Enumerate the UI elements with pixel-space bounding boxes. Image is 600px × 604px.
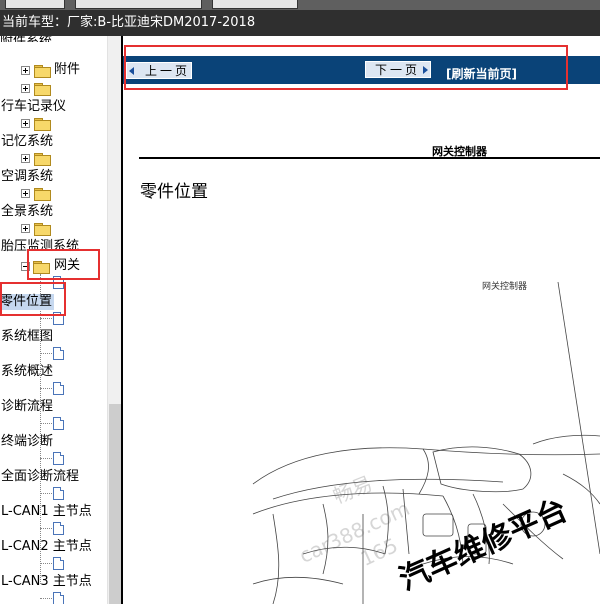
expand-icon[interactable] bbox=[21, 66, 30, 75]
tree-guide-line bbox=[40, 563, 52, 564]
document-icon bbox=[53, 557, 64, 570]
document-icon bbox=[53, 452, 64, 465]
current-car-value: 厂家:B-比亚迪宋DM2017-2018 bbox=[67, 15, 256, 30]
expand-icon[interactable] bbox=[21, 119, 30, 128]
document-icon bbox=[53, 347, 64, 360]
scrollbar-thumb[interactable] bbox=[109, 404, 121, 604]
tree-item-ac[interactable]: 空调系统 bbox=[1, 169, 53, 185]
tree-item-system-overview[interactable]: 系统概述 bbox=[1, 364, 53, 380]
tree-item-lcan2[interactable]: L-CAN2 主节点 bbox=[1, 539, 92, 555]
expand-icon[interactable] bbox=[21, 189, 30, 198]
tree-item-terminal-diagnosis[interactable]: 终端诊断 bbox=[1, 434, 53, 450]
tree-guide-line bbox=[40, 458, 52, 459]
tree-guide-line bbox=[40, 528, 52, 529]
header-rule bbox=[139, 157, 600, 159]
document-icon bbox=[53, 417, 64, 430]
tree-guide-line bbox=[40, 274, 41, 584]
document-icon bbox=[53, 382, 64, 395]
tree-sidebar: 附件系统 附件 行车记录仪 记忆系统 空调系统 全景系统 胎压监测系统 网关 零… bbox=[0, 36, 122, 604]
tree-guide-line bbox=[40, 493, 52, 494]
document-icon bbox=[53, 487, 64, 500]
toolbar-button-1[interactable] bbox=[5, 0, 65, 9]
folder-icon bbox=[34, 83, 51, 96]
tree-item-full-diagnostic-flow[interactable]: 全面诊断流程 bbox=[1, 469, 79, 485]
tree-guide-line bbox=[40, 353, 52, 354]
tree-partial-top[interactable]: 附件系统 bbox=[0, 36, 52, 50]
expand-icon[interactable] bbox=[21, 154, 30, 163]
document-view bbox=[123, 84, 600, 604]
callout-label: 网关控制器 bbox=[482, 282, 528, 292]
folder-icon bbox=[34, 153, 51, 166]
folder-icon bbox=[34, 223, 51, 236]
current-car-label: 当前车型： bbox=[2, 15, 68, 30]
highlight-box-part-location bbox=[0, 282, 66, 316]
folder-icon bbox=[34, 118, 51, 131]
expand-icon[interactable] bbox=[21, 84, 30, 93]
document-heading: 零件位置 bbox=[140, 182, 208, 202]
highlight-box-gateway bbox=[27, 249, 100, 280]
tree-item-system-diagram[interactable]: 系统框图 bbox=[1, 329, 53, 345]
tree-item-lcan3[interactable]: L-CAN3 主节点 bbox=[1, 574, 92, 590]
tree-item-lcan1[interactable]: L-CAN1 主节点 bbox=[1, 504, 92, 520]
tree-item-memory[interactable]: 记忆系统 bbox=[1, 134, 53, 150]
current-car-bar: 当前车型：厂家:B-比亚迪宋DM2017-2018 bbox=[0, 10, 600, 36]
tree-item-accessory[interactable]: 附件 bbox=[54, 62, 80, 78]
sidebar-scrollbar[interactable] bbox=[107, 36, 122, 604]
tree-guide-line bbox=[40, 388, 52, 389]
toolbar-button-2[interactable] bbox=[75, 0, 202, 9]
tree-guide-line bbox=[40, 318, 52, 319]
tree-item-diagnostic-flow[interactable]: 诊断流程 bbox=[1, 399, 53, 415]
tree-guide-line bbox=[40, 598, 52, 599]
gateway-location-illustration bbox=[252, 281, 600, 604]
expand-icon[interactable] bbox=[21, 224, 30, 233]
highlight-box-nav bbox=[124, 45, 568, 90]
tree-item-dashcam[interactable]: 行车记录仪 bbox=[1, 99, 66, 115]
window-top-bar bbox=[0, 0, 600, 10]
folder-icon bbox=[34, 65, 51, 78]
document-icon bbox=[53, 522, 64, 535]
toolbar-button-3[interactable] bbox=[212, 0, 298, 9]
tree-item-panorama[interactable]: 全景系统 bbox=[1, 204, 53, 220]
tree-guide-line bbox=[40, 423, 52, 424]
folder-icon bbox=[34, 188, 51, 201]
document-icon bbox=[53, 592, 64, 604]
